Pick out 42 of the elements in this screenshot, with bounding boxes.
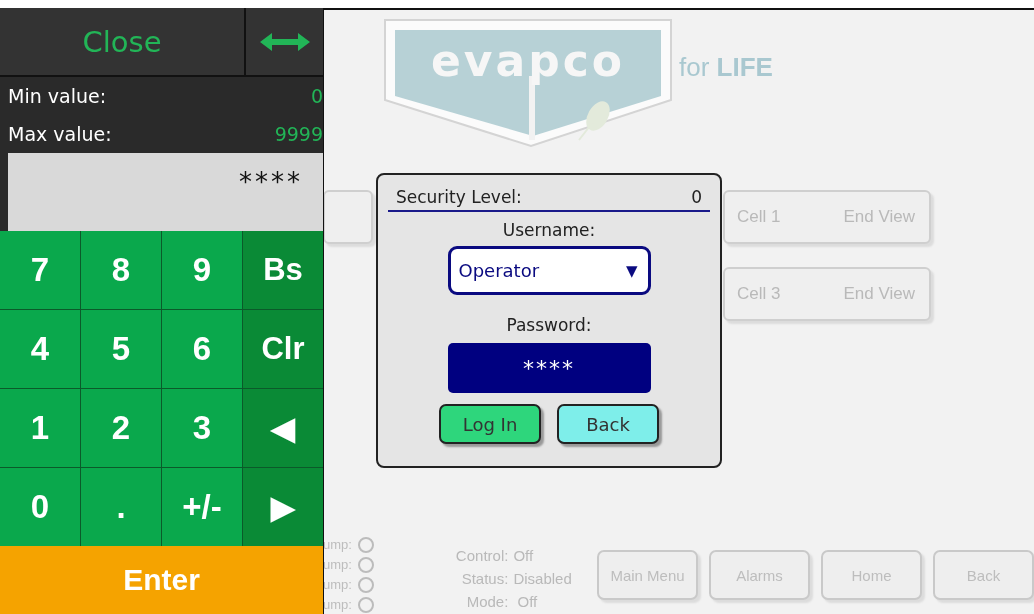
swap-button[interactable]	[246, 8, 323, 75]
status-value: Off	[513, 547, 535, 564]
keypad-key[interactable]: 9	[162, 231, 242, 309]
security-level-value: 0	[691, 187, 702, 207]
keypad-key[interactable]: 5	[81, 310, 161, 388]
keypad-key[interactable]: 8	[81, 231, 161, 309]
password-field[interactable]: ****	[447, 343, 651, 393]
max-value: 9999	[274, 123, 323, 145]
login-button[interactable]: Log In	[439, 404, 541, 444]
keypad-key[interactable]: Bs	[243, 231, 323, 309]
keypad-key[interactable]: +/-	[162, 468, 242, 546]
keypad-key[interactable]: ◀	[243, 389, 323, 467]
password-label: Password:	[506, 315, 592, 335]
keypad-key[interactable]: 2	[81, 389, 161, 467]
keypad-key[interactable]: Clr	[243, 310, 323, 388]
username-label: Username:	[502, 220, 596, 240]
status-value: Disabled	[513, 570, 573, 587]
keypad-key[interactable]: ▶	[243, 468, 323, 546]
keypad-key[interactable]: 4	[0, 310, 80, 388]
cell-button[interactable]	[323, 190, 373, 244]
back-button[interactable]: Back	[557, 404, 659, 444]
security-level-label: Security Level:	[396, 187, 522, 207]
status-label: Mode:	[465, 593, 509, 610]
keypad-key[interactable]: 0	[0, 468, 80, 546]
close-button[interactable]: Close	[0, 8, 246, 75]
status-label: Status:	[460, 570, 509, 587]
enter-button[interactable]: Enter	[0, 546, 323, 614]
double-arrow-icon	[259, 32, 310, 51]
keypad-key[interactable]: 1	[0, 389, 80, 467]
status-label: Control:	[454, 547, 509, 564]
max-label: Max value:	[8, 123, 112, 145]
keypad-key[interactable]: 6	[162, 310, 242, 388]
min-value: 0	[310, 85, 323, 107]
keypad-key[interactable]: 7	[0, 231, 80, 309]
logo-drawing: evapco	[383, 16, 673, 148]
keypad-key[interactable]: .	[81, 468, 161, 546]
logo-tagline: for LIFE	[679, 52, 773, 83]
keypad-key[interactable]: 3	[162, 389, 242, 467]
status-value: Off	[516, 593, 539, 610]
min-label: Min value:	[8, 85, 107, 107]
keypad-display: ****	[8, 153, 323, 231]
username-dropdown[interactable]: Operator ▼	[447, 246, 651, 295]
